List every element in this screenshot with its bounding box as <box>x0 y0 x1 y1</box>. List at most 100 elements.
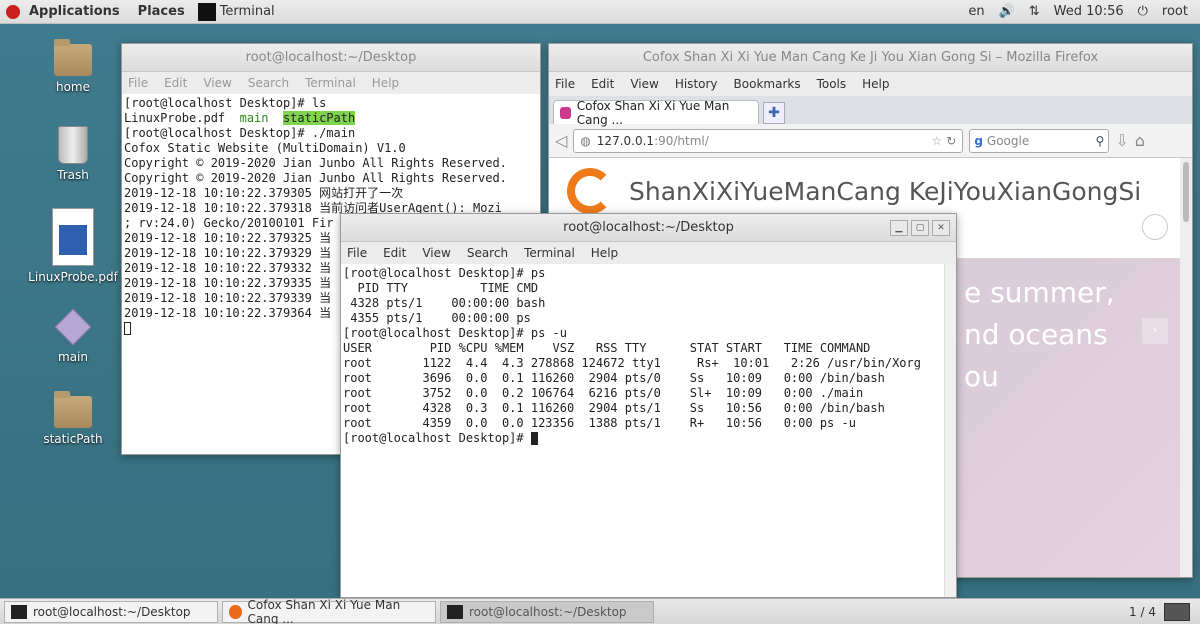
firefox-tab[interactable]: Cofox Shan Xi Xi Yue Man Cang ... <box>553 98 759 127</box>
network-icon[interactable]: ⇅ <box>1029 4 1040 19</box>
ff-menu-edit[interactable]: Edit <box>591 77 614 91</box>
terminal-line: [root@localhost Desktop]# ps <box>343 266 546 280</box>
terminal-menubar: File Edit View Search Terminal Help <box>341 242 956 264</box>
term-menu-edit[interactable]: Edit <box>164 76 187 90</box>
workspace-indicator: 1 / 4 <box>1129 604 1156 619</box>
terminal-launcher[interactable]: Terminal <box>197 2 275 21</box>
term-menu-edit[interactable]: Edit <box>383 246 406 260</box>
ff-menu-view[interactable]: View <box>630 77 658 91</box>
taskbar-item-label: root@localhost:~/Desktop <box>469 604 627 619</box>
back-arrow-icon[interactable]: ◁ <box>555 131 567 150</box>
tab-title: Cofox Shan Xi Xi Yue Man Cang ... <box>576 98 730 127</box>
downloads-icon[interactable]: ⇩ <box>1115 131 1128 150</box>
volume-icon[interactable]: 🔊 <box>999 4 1015 19</box>
term-menu-view[interactable]: View <box>422 246 450 260</box>
ls-directory: staticPath <box>282 111 356 125</box>
terminal-launcher-label: Terminal <box>219 4 275 19</box>
minimize-icon[interactable]: ▁ <box>890 220 908 236</box>
terminal-line: 2019-12-18 10:10:22.379305 网站打开了一次 <box>124 186 404 200</box>
url-host: 127.0.0.1 <box>596 133 655 148</box>
hero-text-line: ou <box>964 360 999 393</box>
taskbar-item-label: Cofox Shan Xi Xi Yue Man Cang ... <box>247 597 401 624</box>
window-buttons: ▁ ▢ ✕ <box>890 220 950 236</box>
terminal-line: root 4328 0.3 0.1 116260 2904 pts/1 Ss 1… <box>343 401 885 415</box>
desktop-icon-staticpath[interactable]: staticPath <box>28 391 118 446</box>
keyboard-layout-indicator[interactable]: en <box>968 4 984 19</box>
terminal-line: [root@localhost Desktop]# ps -u <box>343 326 567 340</box>
firefox-titlebar[interactable]: Cofox Shan Xi Xi Yue Man Cang Ke Ji You … <box>549 44 1192 72</box>
workspace-switcher[interactable]: 1 / 4 <box>1129 602 1190 621</box>
ls-file: LinuxProbe.pdf <box>124 111 240 125</box>
user-menu[interactable]: root <box>1162 4 1188 19</box>
term-menu-search[interactable]: Search <box>248 76 289 90</box>
ff-menu-file[interactable]: File <box>555 77 575 91</box>
terminal-titlebar[interactable]: root@localhost:~/Desktop ▁ ▢ ✕ <box>341 214 956 242</box>
term-menu-terminal[interactable]: Terminal <box>524 246 575 260</box>
url-bar[interactable]: ◍ 127.0.0.1:90/html/ ☆ ↻ <box>573 128 964 153</box>
site-logo-icon <box>567 168 613 214</box>
ff-menu-help[interactable]: Help <box>862 77 889 91</box>
redhat-logo-icon <box>6 4 20 19</box>
places-menu[interactable]: Places <box>129 4 194 19</box>
desktop-icon-label: LinuxProbe.pdf <box>28 270 118 284</box>
terminal-icon <box>197 2 216 21</box>
taskbar-item-terminal-1[interactable]: root@localhost:~/Desktop <box>4 600 218 623</box>
taskbar-item-terminal-2[interactable]: root@localhost:~/Desktop <box>440 600 654 623</box>
applications-menu[interactable]: Applications <box>20 4 129 19</box>
terminal-line: PID TTY TIME CMD <box>343 281 539 295</box>
terminal-line: 4328 pts/1 00:00:00 bash <box>343 296 546 310</box>
google-engine-icon: g <box>974 133 983 148</box>
term-menu-file[interactable]: File <box>347 246 367 260</box>
hamburger-menu-icon[interactable] <box>1142 214 1168 240</box>
ff-menu-history[interactable]: History <box>675 77 718 91</box>
terminal-line: [root@localhost Desktop]# ./main <box>124 126 356 140</box>
site-header: ShanXiXiYueManCang KeJiYouXianGongSi <box>567 168 1141 214</box>
search-box[interactable]: g Google ⚲ <box>969 128 1110 153</box>
taskbar-item-firefox[interactable]: Cofox Shan Xi Xi Yue Man Cang ... <box>222 597 436 624</box>
terminal-titlebar[interactable]: root@localhost:~/Desktop <box>122 44 540 72</box>
pdf-file-icon <box>52 208 94 266</box>
term-menu-terminal[interactable]: Terminal <box>305 76 356 90</box>
desktop-icon-main[interactable]: main <box>28 308 118 364</box>
terminal-cursor <box>124 322 131 335</box>
workspace-preview[interactable] <box>1164 602 1190 621</box>
close-icon[interactable]: ✕ <box>932 220 950 236</box>
term-menu-view[interactable]: View <box>203 76 231 90</box>
search-icon[interactable]: ⚲ <box>1096 134 1105 148</box>
ls-executable: main <box>239 111 269 125</box>
terminal-line: Cofox Static Website (MultiDomain) V1.0 <box>124 141 406 155</box>
terminal-line: root 3696 0.0 0.1 116260 2904 pts/0 Ss 1… <box>343 371 885 385</box>
ff-menu-tools[interactable]: Tools <box>817 77 847 91</box>
bottom-taskbar: root@localhost:~/Desktop Cofox Shan Xi X… <box>0 598 1200 624</box>
terminal-prompt: [root@localhost Desktop]# <box>343 431 531 445</box>
desktop-icon-home[interactable]: home <box>28 39 118 94</box>
firefox-icon <box>229 604 242 619</box>
terminal-line: 4355 pts/1 00:00:00 ps <box>343 311 531 325</box>
search-placeholder: Google <box>986 133 1030 148</box>
clock[interactable]: Wed 10:56 <box>1054 4 1124 19</box>
home-icon[interactable]: ⌂ <box>1135 131 1145 150</box>
site-brand-name[interactable]: ShanXiXiYueManCang KeJiYouXianGongSi <box>629 177 1141 206</box>
bookmark-star-icon[interactable]: ☆ <box>931 134 942 148</box>
desktop-icon-label: main <box>58 350 88 364</box>
ff-menu-bookmarks[interactable]: Bookmarks <box>734 77 801 91</box>
maximize-icon[interactable]: ▢ <box>911 220 929 236</box>
term-menu-help[interactable]: Help <box>372 76 399 90</box>
page-scrollbar[interactable] <box>1180 158 1192 577</box>
desktop-icon-trash[interactable]: Trash <box>28 126 118 182</box>
firefox-menubar: File Edit View History Bookmarks Tools H… <box>549 72 1192 96</box>
terminal-output[interactable]: [root@localhost Desktop]# ps PID TTY TIM… <box>341 264 943 594</box>
terminal-cursor <box>530 432 538 445</box>
scrollbar-thumb[interactable] <box>1183 162 1189 222</box>
terminal-line: Copyright © 2019-2020 Jian Junbo All Rig… <box>124 171 507 185</box>
terminal-icon <box>11 604 27 619</box>
reload-icon[interactable]: ↻ <box>946 134 956 148</box>
terminal-scrollbar[interactable] <box>944 264 956 597</box>
new-tab-plus-icon[interactable]: ✚ <box>763 102 785 124</box>
carousel-next-icon[interactable]: › <box>1142 318 1168 344</box>
term-menu-search[interactable]: Search <box>467 246 508 260</box>
desktop-icon-linuxprobe-pdf[interactable]: LinuxProbe.pdf <box>28 208 118 284</box>
desktop-icon-label: Trash <box>57 168 89 182</box>
term-menu-file[interactable]: File <box>128 76 148 90</box>
term-menu-help[interactable]: Help <box>591 246 618 260</box>
